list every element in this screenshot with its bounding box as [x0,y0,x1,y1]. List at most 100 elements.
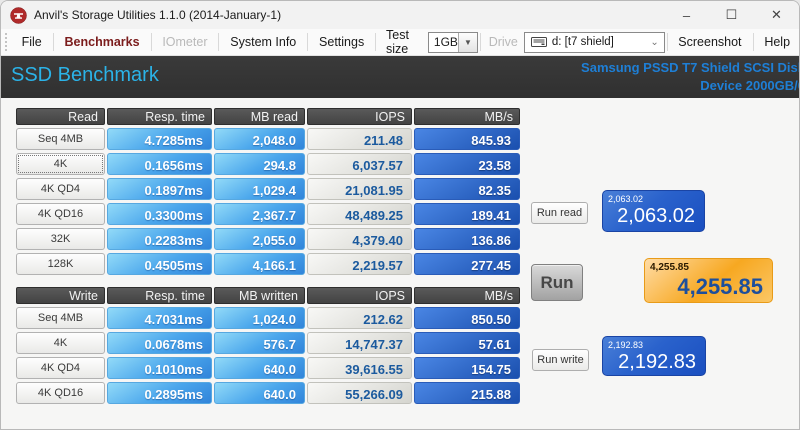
menu-file[interactable]: File [13,29,51,55]
title-bar: Anvil's Storage Utilities 1.1.0 (2014-Ja… [1,1,799,29]
menu-benchmarks[interactable]: Benchmarks [56,29,149,55]
run-button[interactable]: Run [531,264,583,301]
menu-separator [666,33,668,51]
drive-icon [530,37,547,47]
column-header: MB/s [414,287,520,304]
mb-read-cell: 2,048.0 [214,128,305,150]
mb-read-cell: 2,367.7 [214,203,305,225]
toolbar-gripper[interactable] [5,33,9,51]
write-table: Write Resp. time MB written IOPS MB/s Se… [16,287,520,404]
menu-system-info[interactable]: System Info [221,29,305,55]
write-score-small: 2,192.83 [608,340,644,350]
column-header: MB read [214,108,305,125]
resp-time-cell: 4.7285ms [107,128,212,150]
column-header: Write [16,287,105,304]
row-button-4kqd16-write[interactable]: 4K QD16 [16,382,105,404]
mbs-cell: 845.93 [414,128,520,150]
mb-written-cell: 640.0 [214,382,305,404]
app-window: Anvil's Storage Utilities 1.1.0 (2014-Ja… [0,0,800,430]
device-capacity: Device 2000GB/0 [700,77,799,93]
menu-separator [218,33,220,51]
mb-read-cell: 1,029.4 [214,178,305,200]
row-button-seq4mb-write[interactable]: Seq 4MB [16,307,105,329]
write-score-value: 2,192.83 [618,351,696,373]
row-button-4k-read[interactable]: 4K [16,153,105,175]
iops-cell: 2,219.57 [307,253,412,275]
window-title: Anvil's Storage Utilities 1.1.0 (2014-Ja… [34,8,282,22]
drive-value: d: [t7 shield] [551,36,614,48]
run-write-button[interactable]: Run write [532,349,589,371]
mb-read-cell: 4,166.1 [214,253,305,275]
column-header: IOPS [307,108,412,125]
test-size-label: Test size [386,28,409,56]
page-title: SSD Benchmark [11,64,159,86]
menu-separator [150,33,152,51]
column-header: IOPS [307,287,412,304]
mbs-cell: 189.41 [414,203,520,225]
section-header: SSD Benchmark Samsung PSSD T7 Shield SCS… [1,56,799,98]
resp-time-cell: 0.1897ms [107,178,212,200]
row-button-128k-read[interactable]: 128K [16,253,105,275]
row-button-4k-write[interactable]: 4K [16,332,105,354]
chevron-down-icon[interactable]: ▼ [457,32,477,52]
total-score-small: 4,255.85 [650,262,689,273]
total-score-box: 4,255.85 4,255.85 [644,258,773,303]
iops-cell: 4,379.40 [307,228,412,250]
iops-cell: 212.62 [307,307,412,329]
test-size-select[interactable]: 1GB ▼ [427,31,478,53]
row-button-4kqd4-read[interactable]: 4K QD4 [16,178,105,200]
iops-cell: 39,616.55 [307,357,412,379]
resp-time-cell: 0.1010ms [107,357,212,379]
drive-label: Drive [488,35,518,49]
menu-settings[interactable]: Settings [310,29,373,55]
mbs-cell: 215.88 [414,382,520,404]
iops-cell: 211.48 [307,128,412,150]
read-table: Read Resp. time MB read IOPS MB/s Seq 4M… [16,108,520,275]
test-size-value: 1GB [433,35,458,49]
menu-iometer: IOmeter [162,35,208,49]
column-header: MB/s [414,108,520,125]
minimize-icon[interactable]: – [664,1,709,29]
row-button-4kqd16-read[interactable]: 4K QD16 [16,203,105,225]
menu-screenshot[interactable]: Screenshot [669,29,750,55]
menu-bar: File Benchmarks IOmeter System Info Sett… [1,28,799,56]
mb-written-cell: 576.7 [214,332,305,354]
menu-separator [752,33,754,51]
resp-time-cell: 0.3300ms [107,203,212,225]
run-read-button[interactable]: Run read [531,202,588,224]
row-button-4kqd4-write[interactable]: 4K QD4 [16,357,105,379]
resp-time-cell: 0.1656ms [107,153,212,175]
drive-select[interactable]: d: [t7 shield] ⌄ [523,31,665,53]
read-score-small: 2,063.02 [608,194,644,204]
column-header: Read [16,108,105,125]
row-button-32k-read[interactable]: 32K [16,228,105,250]
chevron-down-icon[interactable]: ⌄ [646,37,664,48]
resp-time-cell: 0.2283ms [107,228,212,250]
iops-cell: 14,747.37 [307,332,412,354]
device-info: Samsung PSSD T7 Shield SCSI Disk Device … [581,59,799,94]
resp-time-cell: 0.0678ms [107,332,212,354]
mbs-cell: 136.86 [414,228,520,250]
row-button-seq4mb-read[interactable]: Seq 4MB [16,128,105,150]
column-header: Resp. time [107,108,212,125]
menu-separator [52,33,54,51]
close-icon[interactable]: ✕ [754,1,799,29]
iops-cell: 21,081.95 [307,178,412,200]
iops-cell: 55,266.09 [307,382,412,404]
mb-written-cell: 640.0 [214,357,305,379]
app-icon [10,6,27,24]
column-header: Resp. time [107,287,212,304]
device-name: Samsung PSSD T7 Shield SCSI Disk [581,60,799,75]
menu-help[interactable]: Help [755,29,799,55]
mbs-cell: 82.35 [414,178,520,200]
mb-written-cell: 1,024.0 [214,307,305,329]
resp-time-cell: 0.4505ms [107,253,212,275]
menu-separator [375,33,376,51]
maximize-icon[interactable]: ☐ [709,1,754,29]
mbs-cell: 277.45 [414,253,520,275]
mb-read-cell: 2,055.0 [214,228,305,250]
mbs-cell: 23.58 [414,153,520,175]
mb-read-cell: 294.8 [214,153,305,175]
iops-cell: 48,489.25 [307,203,412,225]
read-score-box: 2,063.02 2,063.02 [602,190,705,232]
